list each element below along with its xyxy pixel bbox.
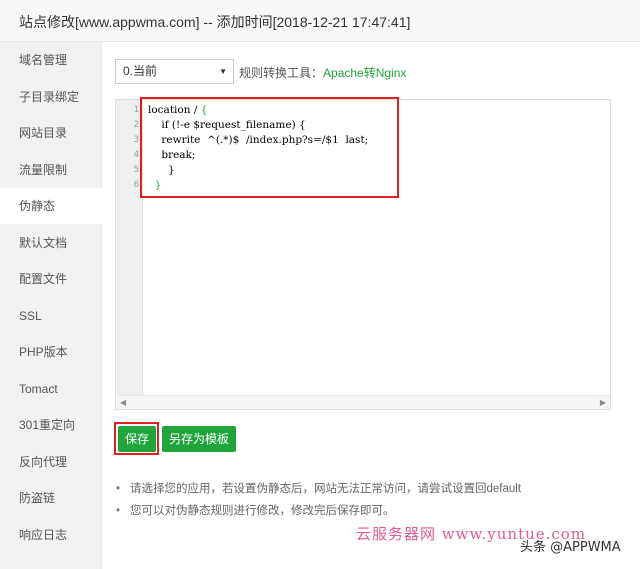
code-text-area[interactable]: location / { if (!-e $request_filename) … [146,100,610,395]
tip-item: • 请选择您的应用，若设置伪静态后，网站无法正常访问，请尝试设置回default [116,483,522,495]
rule-conversion-tool: 规则转换工具：Apache转Nginx [239,64,406,81]
dialog-title: 站点修改[www.appwma.com] -- 添加时间[2018-12-21 … [19,14,411,30]
sidebar-item-traffic-limit[interactable]: 流量限制 [0,152,102,188]
code-line: if (!-e $request_filename) { [148,119,306,131]
line-number: 3 [133,135,139,145]
sidebar-item-config-file[interactable]: 配置文件 [0,261,102,297]
rewrite-panel: 0.当前 ▼ 规则转换工具：Apache转Nginx 1 2 3 4 5 6 l… [102,42,640,569]
sidebar-item-hotlink-protection[interactable]: 防盗链 [0,480,102,516]
sidebar-item-subdir-binding[interactable]: 子目录绑定 [0,79,102,115]
rewrite-template-value: 0.当前 [123,64,158,78]
bullet-icon: • [116,505,121,517]
editor-horizontal-scrollbar[interactable]: ◀ ▶ [116,395,610,409]
sidebar-item-domain[interactable]: 域名管理 [0,42,102,78]
credit-text: 头条 @APPWMA [520,540,621,555]
settings-sidebar: 域名管理 子目录绑定 网站目录 流量限制 伪静态 默认文档 配置文件 SSL P… [0,42,103,569]
line-number: 5 [133,165,139,175]
line-number: 2 [133,120,139,130]
line-number-gutter: 1 2 3 4 5 6 [116,100,143,395]
dialog-titlebar: 站点修改[www.appwma.com] -- 添加时间[2018-12-21 … [0,0,640,42]
save-button[interactable]: 保存 [118,426,156,452]
sidebar-item-301-redirect[interactable]: 301重定向 [0,407,102,443]
dropdown-arrow-icon: ▼ [219,67,227,76]
code-line: } [148,164,175,176]
rewrite-code-editor[interactable]: 1 2 3 4 5 6 location / { if (!-e $reques… [115,99,611,410]
line-number: 6 [133,180,139,190]
code-line: rewrite ^(.*)$ /index.php?s=/$1 last; [148,134,369,146]
save-as-template-button[interactable]: 另存为模板 [162,426,236,452]
code-bracket: } [154,179,162,191]
line-number: 4 [133,150,139,160]
scroll-right-icon[interactable]: ▶ [600,398,606,407]
code-line: } [148,179,162,191]
sidebar-item-tomcat[interactable]: Tomact [0,371,102,407]
sidebar-item-reverse-proxy[interactable]: 反向代理 [0,444,102,480]
line-number: 1 [133,105,139,115]
sidebar-item-response-log[interactable]: 响应日志 [0,517,102,553]
bullet-icon: • [116,483,121,495]
rewrite-template-select[interactable]: 0.当前 ▼ [115,59,234,84]
apache-to-nginx-link[interactable]: Apache转Nginx [323,66,406,80]
sidebar-item-rewrite[interactable]: 伪静态 [0,188,103,224]
code-bracket: { [200,104,208,116]
code-line: break; [148,149,196,161]
sidebar-item-site-directory[interactable]: 网站目录 [0,115,102,151]
code-line: location / { [148,104,208,116]
sidebar-item-ssl[interactable]: SSL [0,298,102,334]
sidebar-item-php-version[interactable]: PHP版本 [0,334,102,370]
sidebar-item-default-doc[interactable]: 默认文档 [0,225,102,261]
scroll-left-icon[interactable]: ◀ [120,398,126,407]
rule-tool-label: 规则转换工具： [239,66,324,80]
tip-item: • 您可以对伪静态规则进行修改，修改完后保存即可。 [116,505,395,517]
